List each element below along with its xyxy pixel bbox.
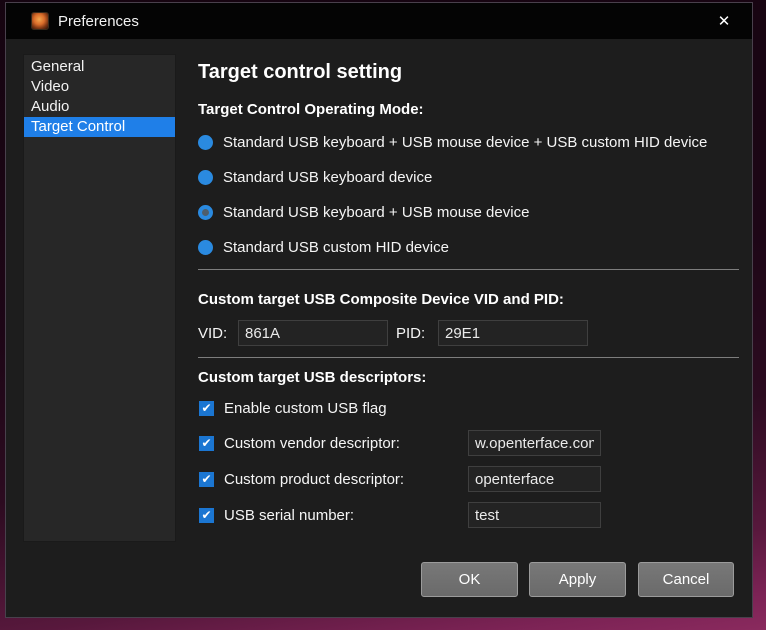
ok-button[interactable]: OK [421,562,518,597]
apply-button[interactable]: Apply [529,562,626,597]
preferences-dialog: Preferences ✕ General Video Audio Target… [5,2,753,618]
checkbox-label: Custom vendor descriptor: [224,435,400,452]
radio-option-row[interactable]: Standard USB keyboard device [198,169,432,186]
sidebar-item-general[interactable]: General [24,57,175,77]
checkbox-label: Enable custom USB flag [224,400,387,417]
operating-mode-label: Target Control Operating Mode: [198,101,424,118]
sidebar-item-audio[interactable]: Audio [24,97,175,117]
checkbox-checked-icon[interactable]: ✔ [199,508,214,523]
vid-pid-section-label: Custom target USB Composite Device VID a… [198,291,564,308]
radio-button-unselected-icon[interactable] [198,135,213,150]
sidebar-item-target-control[interactable]: Target Control [24,117,175,137]
radio-option-row[interactable]: Standard USB keyboard + USB mouse device… [198,134,707,151]
vid-pid-row: VID: PID: [198,320,227,346]
checkbox-label: Custom product descriptor: [224,471,404,488]
category-list: General Video Audio Target Control [23,54,176,542]
radio-option-label: Standard USB keyboard device [223,169,432,186]
vendor-descriptor-input[interactable] [468,430,601,456]
checkbox-checked-icon[interactable]: ✔ [199,472,214,487]
titlebar[interactable]: Preferences ✕ [6,3,752,39]
vid-input[interactable] [238,320,388,346]
product-descriptor-input[interactable] [468,466,601,492]
radio-option-label: Standard USB keyboard + USB mouse device [223,204,529,221]
window-title: Preferences [58,13,139,30]
target-control-page: Target control setting Target Control Op… [193,53,739,593]
radio-button-unselected-icon[interactable] [198,240,213,255]
radio-button-selected-icon[interactable] [198,205,213,220]
app-icon [31,12,49,30]
radio-option-label: Standard USB keyboard + USB mouse device… [223,134,707,151]
descriptors-section-label: Custom target USB descriptors: [198,369,426,386]
radio-option-label: Standard USB custom HID device [223,239,449,256]
close-icon[interactable]: ✕ [704,3,744,39]
sidebar-item-video[interactable]: Video [24,77,175,97]
checkbox-row[interactable]: ✔ Custom product descriptor: [199,466,404,492]
checkbox-checked-icon[interactable]: ✔ [199,436,214,451]
checkbox-label: USB serial number: [224,507,354,524]
checkbox-row[interactable]: ✔ USB serial number: [199,502,354,528]
checkbox-checked-icon[interactable]: ✔ [199,401,214,416]
pid-input[interactable] [438,320,588,346]
pid-label: PID: [396,325,425,342]
section-divider [198,357,739,358]
checkbox-row[interactable]: ✔ Custom vendor descriptor: [199,430,400,456]
serial-number-input[interactable] [468,502,601,528]
checkbox-row[interactable]: ✔ Enable custom USB flag [199,400,387,417]
radio-option-row[interactable]: Standard USB keyboard + USB mouse device [198,204,529,221]
radio-button-unselected-icon[interactable] [198,170,213,185]
radio-option-row[interactable]: Standard USB custom HID device [198,239,449,256]
section-divider [198,269,739,270]
vid-label: VID: [198,325,227,342]
cancel-button[interactable]: Cancel [638,562,734,597]
page-title: Target control setting [198,61,402,84]
